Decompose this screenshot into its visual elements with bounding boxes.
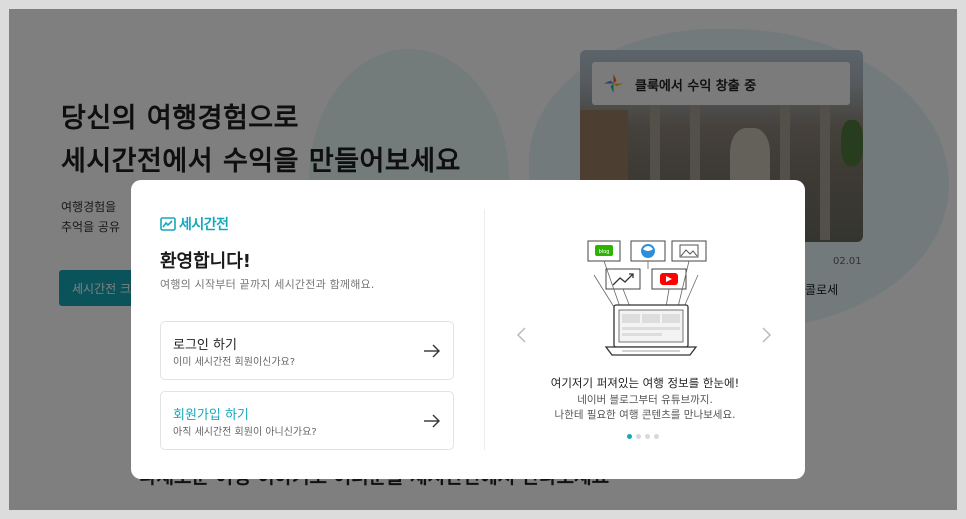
welcome-subtitle: 여행의 시작부터 끝까지 세시간전과 함께해요.	[160, 278, 375, 291]
brand-logo: 세시간전	[160, 214, 229, 234]
welcome-title: 환영합니다!	[160, 251, 252, 272]
arrow-right-icon	[424, 344, 440, 358]
chevron-left-icon[interactable]	[515, 326, 529, 344]
slide-desc-line: 나한테 필요한 여행 콘텐츠를 만나보세요.	[554, 409, 736, 421]
signup-subtitle: 아직 세시간전 회원이 아니신가요?	[173, 427, 317, 438]
landing-page: 당신의 여행경험으로 세시간전에서 수익을 만들어보세요 여행경험을 추억을 공…	[9, 9, 957, 510]
brand-logo-icon	[160, 217, 176, 231]
screenshot-frame: 당신의 여행경험으로 세시간전에서 수익을 만들어보세요 여행경험을 추억을 공…	[0, 0, 966, 519]
arrow-right-icon	[424, 414, 440, 428]
slide-title: 여기저기 퍼져있는 여행 정보를 한눈에!	[550, 376, 740, 390]
signup-title: 회원가입 하기	[173, 408, 249, 423]
login-title: 로그인 하기	[173, 338, 237, 353]
login-card[interactable]: 로그인 하기 이미 세시간전 회원이신가요?	[160, 321, 454, 380]
welcome-modal: 세시간전 환영합니다! 여행의 시작부터 끝까지 세시간전과 함께해요. 로그인…	[131, 180, 805, 479]
carousel-dot[interactable]	[645, 434, 650, 439]
chevron-right-icon[interactable]	[759, 326, 773, 344]
slide-description: 네이버 블로그부터 유튜브까지. 나한테 필요한 여행 콘텐츠를 만나보세요.	[485, 393, 805, 423]
blog-badge-text: blog	[599, 249, 610, 255]
slide-desc-line: 네이버 블로그부터 유튜브까지.	[577, 394, 713, 406]
brand-logo-text: 세시간전	[179, 217, 229, 233]
carousel-dot[interactable]	[636, 434, 641, 439]
laptop-illustration: blog	[587, 240, 707, 356]
signup-card[interactable]: 회원가입 하기 아직 세시간전 회원이 아니신가요?	[160, 391, 454, 450]
carousel-dots	[627, 434, 663, 439]
carousel-dot[interactable]	[654, 434, 659, 439]
carousel-dot[interactable]	[627, 434, 632, 439]
login-subtitle: 이미 세시간전 회원이신가요?	[173, 357, 296, 368]
